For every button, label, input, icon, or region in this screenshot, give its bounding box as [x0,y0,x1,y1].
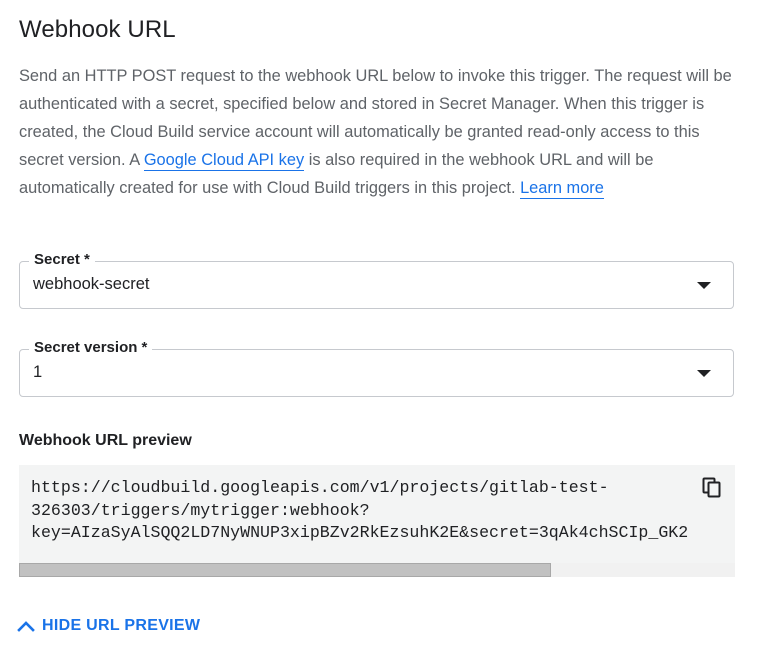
dropdown-arrow-icon [697,282,711,289]
hide-url-preview-button[interactable]: HIDE URL PREVIEW [16,616,200,636]
secret-version-label: Secret version * [29,339,153,357]
webhook-url-text[interactable]: https://cloudbuild.googleapis.com/v1/pro… [31,477,688,545]
hide-url-preview-label: HIDE URL PREVIEW [42,617,201,634]
preview-label: Webhook URL preview [19,432,192,449]
chevron-up-icon [16,616,36,636]
copy-icon[interactable] [702,477,722,499]
secret-label: Secret * [29,251,95,269]
learn-more-link[interactable]: Learn more [520,179,604,199]
dropdown-arrow-icon [697,370,711,377]
section-description: Send an HTTP POST request to the webhook… [19,62,735,202]
secret-version-select[interactable]: Secret version * 1 [19,339,734,397]
api-key-link[interactable]: Google Cloud API key [143,151,305,171]
scrollbar-thumb[interactable] [19,563,551,577]
secret-select[interactable]: Secret * webhook-secret [19,251,734,309]
url-preview-box[interactable]: https://cloudbuild.googleapis.com/v1/pro… [19,465,735,577]
secret-version-value: 1 [33,363,43,381]
section-title: Webhook URL [19,16,176,43]
secret-value: webhook-secret [33,275,150,293]
horizontal-scrollbar[interactable] [19,563,735,577]
